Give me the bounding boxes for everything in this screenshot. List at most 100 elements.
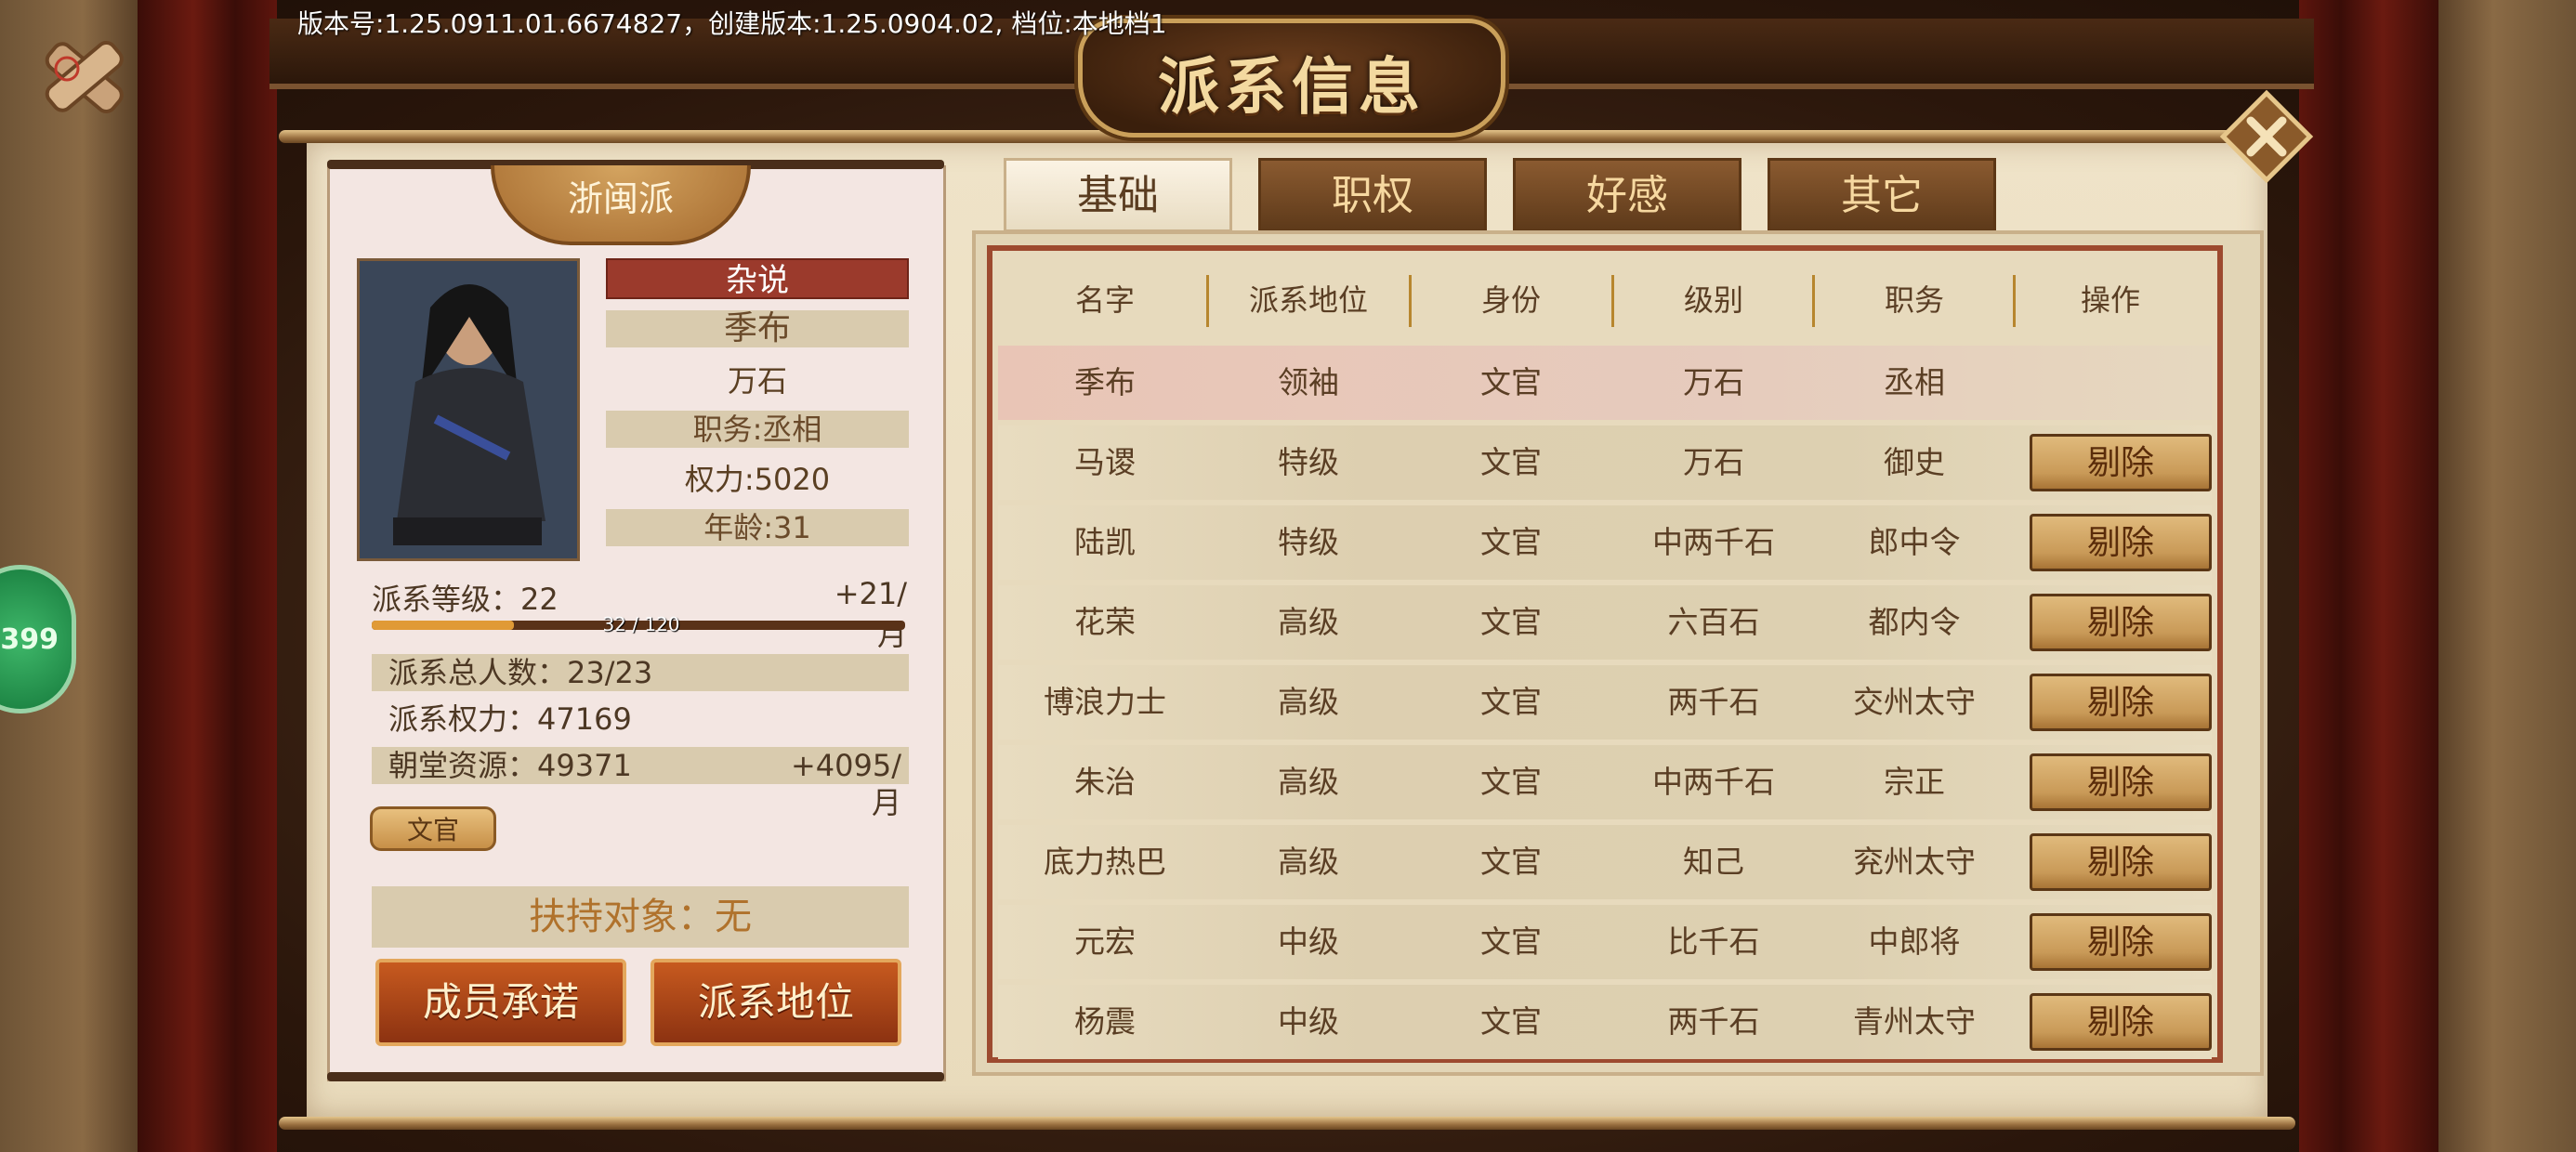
header-post: 职务 [1884, 282, 1944, 318]
faction-status-button[interactable]: 派系地位 [651, 959, 901, 1046]
cell-name: 元宏 [1074, 923, 1136, 960]
cell-level: 中两千石 [1652, 764, 1775, 800]
cell-level: 万石 [1683, 444, 1744, 480]
close-button[interactable] [2215, 85, 2318, 188]
cell-level: 比千石 [1667, 923, 1760, 960]
leader-rank: 万石 [727, 363, 787, 399]
header-action: 操作 [2080, 282, 2140, 318]
remove-member-button[interactable]: 剔除 [2030, 594, 2212, 651]
cell-post: 郎中令 [1868, 524, 1961, 560]
cell-post: 丞相 [1884, 364, 1945, 400]
cell-level: 万石 [1683, 364, 1744, 400]
cell-identity: 文官 [1480, 604, 1542, 640]
right-curtain [2299, 0, 2438, 1152]
leader-power: 权力:5020 [684, 462, 831, 497]
cell-level: 知己 [1683, 844, 1744, 880]
table-row: 博浪力士 高级 文官 两千石 交州太守 剔除 [998, 665, 2212, 740]
faction-level-gain: +21/月 [834, 576, 907, 652]
faction-name: 浙闽派 [491, 165, 751, 245]
remove-member-button[interactable]: 剔除 [2030, 993, 2212, 1051]
page-title: 派系信息 [1158, 50, 1426, 123]
remove-member-button[interactable]: 剔除 [2030, 674, 2212, 731]
header-status: 派系地位 [1248, 282, 1368, 318]
remove-member-button[interactable]: 剔除 [2030, 833, 2212, 891]
panel-rod-bottom [327, 1072, 944, 1081]
cell-name: 花荣 [1074, 604, 1136, 640]
court-resources-gain: +4095/月 [790, 748, 901, 820]
cell-level: 两千石 [1667, 1003, 1760, 1040]
cell-name: 季布 [1074, 364, 1136, 400]
cell-post: 宗正 [1884, 764, 1945, 800]
remove-member-button[interactable]: 剔除 [2030, 753, 2212, 811]
cell-identity: 文官 [1480, 764, 1542, 800]
tab-authority[interactable]: 职权 [1258, 158, 1487, 232]
table-row: 季布 领袖 文官 万石 丞相 [998, 346, 2212, 420]
table-row: 杨震 中级 文官 两千石 青州太守 剔除 [998, 985, 2212, 1059]
cell-status: 领袖 [1278, 364, 1339, 400]
remove-member-button[interactable]: 剔除 [2030, 514, 2212, 571]
cell-identity: 文官 [1480, 844, 1542, 880]
cell-post: 兖州太守 [1853, 844, 1976, 880]
scroll-tools-icon[interactable] [30, 26, 138, 128]
tab-basic[interactable]: 基础 [1004, 158, 1232, 232]
right-wall [2438, 0, 2576, 1152]
table-row: 元宏 中级 文官 比千石 中郎将 剔除 [998, 905, 2212, 979]
remove-member-button[interactable]: 剔除 [2030, 434, 2212, 491]
cell-name: 陆凯 [1074, 524, 1136, 560]
leader-post: 职务:丞相 [606, 411, 909, 448]
side-badge-4399[interactable]: 4399 [0, 565, 76, 713]
cell-name: 马谡 [1074, 444, 1136, 480]
leader-portrait [357, 258, 580, 561]
remove-member-button[interactable]: 剔除 [2030, 913, 2212, 971]
leader-age: 年龄:31 [606, 509, 909, 546]
cell-post: 青州太守 [1853, 1003, 1976, 1040]
header-level: 级别 [1683, 282, 1743, 318]
scroll-rod-bottom [279, 1117, 2295, 1130]
cell-name: 杨震 [1074, 1003, 1136, 1040]
cell-status: 中级 [1278, 1003, 1339, 1040]
table-row: 底力热巴 高级 文官 知己 兖州太守 剔除 [998, 825, 2212, 899]
cell-status: 高级 [1278, 604, 1339, 640]
cell-level: 中两千石 [1652, 524, 1775, 560]
cell-identity: 文官 [1480, 923, 1542, 960]
cell-level: 两千石 [1667, 684, 1760, 720]
table-row: 陆凯 特级 文官 中两千石 郎中令 剔除 [998, 505, 2212, 580]
cell-name: 博浪力士 [1044, 684, 1166, 720]
faction-power: 派系权力：47169 [388, 701, 632, 737]
left-curtain [138, 0, 277, 1152]
cell-status: 高级 [1278, 764, 1339, 800]
faction-level: 派系等级：22 [372, 582, 559, 617]
cell-status: 特级 [1278, 444, 1339, 480]
header-identity: 身份 [1480, 282, 1541, 318]
cell-status: 高级 [1278, 844, 1339, 880]
school-tag: 杂说 [606, 258, 909, 299]
version-info: 版本号:1.25.0911.01.6674827，创建版本:1.25.0904.… [297, 8, 1167, 39]
tab-other[interactable]: 其它 [1768, 158, 1996, 232]
cell-identity: 文官 [1480, 444, 1542, 480]
court-resources: 朝堂资源：49371 [388, 748, 632, 783]
cell-identity: 文官 [1480, 1003, 1542, 1040]
cell-post: 交州太守 [1853, 684, 1976, 720]
cell-post: 御史 [1884, 444, 1945, 480]
cell-name: 底力热巴 [1044, 844, 1166, 880]
support-target[interactable]: 扶持对象：无 [372, 886, 909, 948]
cell-status: 中级 [1278, 923, 1339, 960]
cell-post: 都内令 [1868, 604, 1961, 640]
cell-identity: 文官 [1480, 684, 1542, 720]
table-row: 朱治 高级 文官 中两千石 宗正 剔除 [998, 745, 2212, 819]
leader-name: 季布 [606, 310, 909, 347]
cell-identity: 文官 [1480, 364, 1542, 400]
member-promise-button[interactable]: 成员承诺 [375, 959, 626, 1046]
cell-name: 朱治 [1074, 764, 1136, 800]
table-row: 花荣 高级 文官 六百石 都内令 剔除 [998, 585, 2212, 660]
cell-post: 中郎将 [1868, 923, 1961, 960]
total-members: 派系总人数：23/23 [388, 655, 653, 690]
cell-identity: 文官 [1480, 524, 1542, 560]
tab-favor[interactable]: 好感 [1513, 158, 1741, 232]
cell-status: 高级 [1278, 684, 1339, 720]
header-name: 名字 [1074, 282, 1135, 318]
cell-status: 特级 [1278, 524, 1339, 560]
level-progress-text: 32 / 120 [602, 613, 680, 635]
type-tag[interactable]: 文官 [370, 806, 496, 851]
cell-level: 六百石 [1667, 604, 1760, 640]
